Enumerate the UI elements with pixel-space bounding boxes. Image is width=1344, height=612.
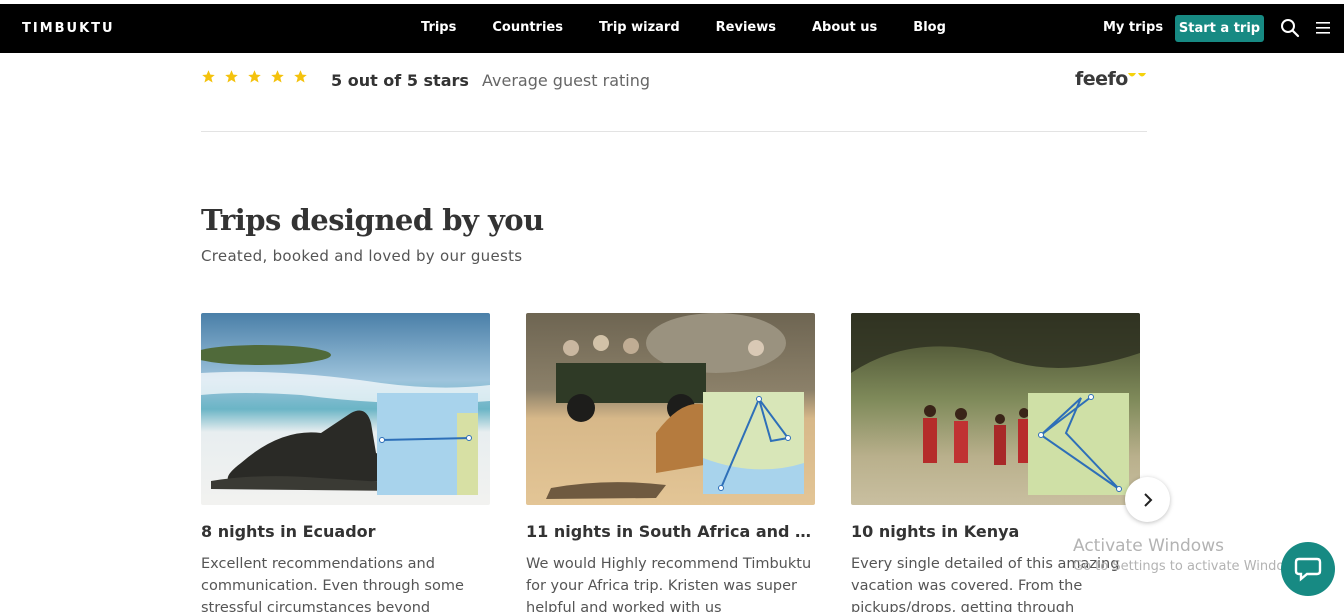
trip-card-review: We would Highly recommend Timbuktu for y… bbox=[526, 556, 812, 612]
section-divider bbox=[201, 131, 1147, 132]
chat-button[interactable] bbox=[1281, 542, 1335, 596]
nav-link-trip-wizard[interactable]: Trip wizard bbox=[599, 20, 680, 35]
trip-card-south-africa[interactable]: 11 nights in South Africa and Za... We w… bbox=[526, 313, 815, 612]
trip-photo-iguana bbox=[201, 313, 490, 505]
rating-label: Average guest rating bbox=[482, 71, 651, 90]
nav-link-reviews[interactable]: Reviews bbox=[716, 20, 776, 35]
section-subtitle: Created, booked and loved by our guests bbox=[201, 247, 523, 265]
search-icon[interactable] bbox=[1280, 18, 1300, 38]
trip-card-title: 10 nights in Kenya bbox=[851, 522, 1020, 541]
chevron-right-icon bbox=[1143, 492, 1152, 507]
trip-photo-safari-lion bbox=[526, 313, 815, 505]
chat-bubble-icon bbox=[1294, 557, 1322, 582]
main-menu: Trips Countries Trip wizard Reviews Abou… bbox=[421, 20, 982, 35]
my-trips-link[interactable]: My trips bbox=[1103, 20, 1163, 35]
trip-card-title: 8 nights in Ecuador bbox=[201, 522, 376, 541]
top-navigation: TIMBUKTU Trips Countries Trip wizard Rev… bbox=[0, 4, 1344, 53]
hamburger-menu-icon[interactable] bbox=[1315, 20, 1331, 36]
start-trip-button[interactable]: Start a trip bbox=[1175, 15, 1264, 42]
nav-link-about-us[interactable]: About us bbox=[812, 20, 877, 35]
star-icon bbox=[271, 70, 284, 83]
trip-card-review: Every single detailed of this amazing va… bbox=[851, 556, 1120, 612]
trip-card-ecuador[interactable]: 8 nights in Ecuador Excellent recommenda… bbox=[201, 313, 490, 612]
trip-photo-maasai bbox=[851, 313, 1140, 505]
feefo-eyes-icon bbox=[1128, 73, 1146, 77]
nav-link-trips[interactable]: Trips bbox=[421, 20, 456, 35]
star-icon bbox=[294, 70, 307, 83]
nav-link-blog[interactable]: Blog bbox=[913, 20, 946, 35]
star-icon bbox=[202, 70, 215, 83]
trip-card-title: 11 nights in South Africa and Za... bbox=[526, 522, 815, 541]
rating-summary: 5 out of 5 stars bbox=[331, 71, 469, 90]
section-title: Trips designed by you bbox=[201, 203, 544, 237]
nav-link-countries[interactable]: Countries bbox=[492, 20, 563, 35]
star-icon bbox=[225, 70, 238, 83]
brand-logo[interactable]: TIMBUKTU bbox=[22, 21, 115, 36]
carousel-next-button[interactable] bbox=[1125, 477, 1170, 522]
star-icon bbox=[248, 70, 261, 83]
star-rating bbox=[201, 69, 316, 84]
feefo-logo[interactable]: feefo bbox=[1075, 68, 1128, 90]
trip-card-kenya[interactable]: 10 nights in Kenya Every single detailed… bbox=[851, 313, 1140, 612]
trip-card-review: Excellent recommendations and communicat… bbox=[201, 556, 464, 612]
